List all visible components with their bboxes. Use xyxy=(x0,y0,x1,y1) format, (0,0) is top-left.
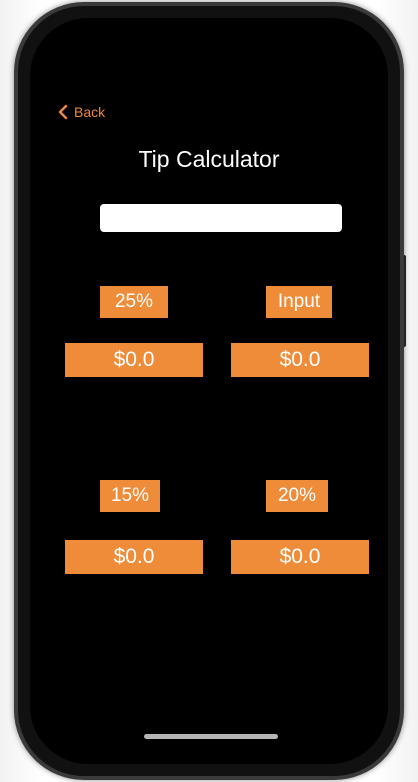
bill-amount-input[interactable] xyxy=(100,204,342,232)
device-stage: Back Tip Calculator 25% Input $0.0 $0.0 … xyxy=(0,0,418,782)
phone-frame: Back Tip Calculator 25% Input $0.0 $0.0 … xyxy=(14,2,404,780)
app-screen: Back Tip Calculator 25% Input $0.0 $0.0 … xyxy=(30,18,388,764)
tip-label-input: Input xyxy=(266,286,332,318)
tip-amount-25-percent: $0.0 xyxy=(65,343,203,377)
back-button[interactable]: Back xyxy=(56,104,105,120)
tip-label-15-percent: 15% xyxy=(100,480,160,512)
chevron-left-icon xyxy=(58,104,68,120)
tip-label-20-percent: 20% xyxy=(266,480,328,512)
tip-amount-input: $0.0 xyxy=(231,343,369,377)
phone-bezel: Back Tip Calculator 25% Input $0.0 $0.0 … xyxy=(18,6,400,776)
back-button-label: Back xyxy=(74,104,106,120)
tip-amount-20-percent: $0.0 xyxy=(231,540,369,574)
tip-label-25-percent: 25% xyxy=(100,286,168,318)
home-indicator[interactable] xyxy=(144,734,278,739)
page-title: Tip Calculator xyxy=(138,146,280,172)
tip-amount-15-percent: $0.0 xyxy=(65,540,203,574)
